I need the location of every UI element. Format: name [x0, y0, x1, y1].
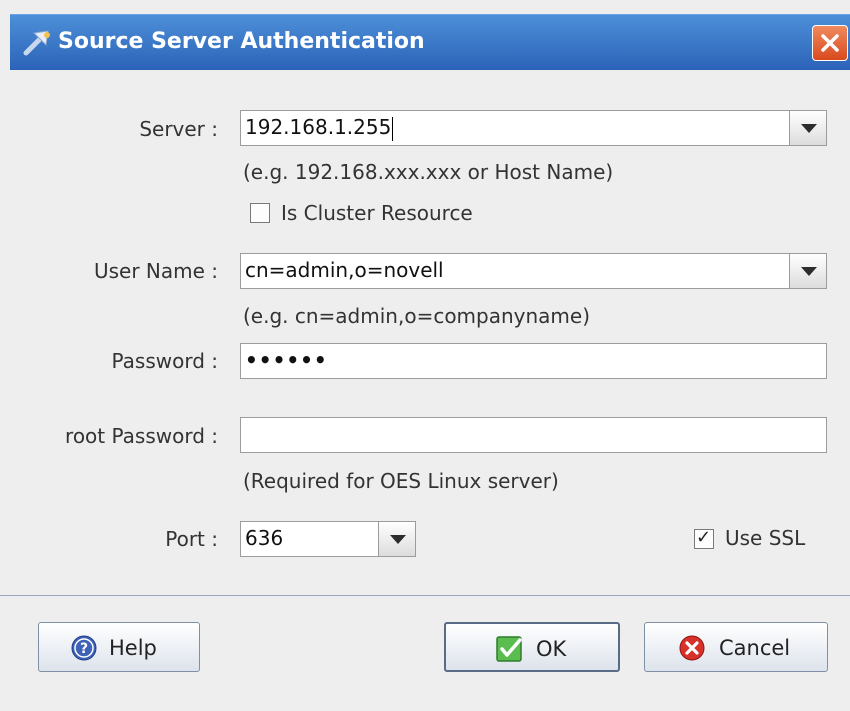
- dialog-window: Source Server Authentication Server : 19…: [0, 0, 850, 711]
- chevron-down-icon: [390, 535, 406, 544]
- close-button[interactable]: [812, 25, 848, 61]
- password-value: ••••••: [245, 348, 328, 372]
- check-icon: [496, 636, 524, 667]
- port-input[interactable]: 636: [245, 526, 283, 550]
- username-dropdown-button[interactable]: [789, 254, 826, 288]
- chevron-down-icon: [801, 124, 817, 133]
- title-bar[interactable]: Source Server Authentication: [10, 14, 850, 70]
- cluster-resource-checkbox[interactable]: [250, 203, 270, 223]
- checkmark-icon: ✓: [696, 527, 712, 548]
- port-label: Port :: [165, 527, 218, 551]
- footer-separator: [0, 595, 850, 596]
- server-combo[interactable]: 192.168.1.255: [240, 110, 827, 146]
- cancel-button[interactable]: Cancel: [644, 622, 828, 672]
- ok-button-label: OK: [536, 637, 567, 661]
- cancel-icon: [679, 635, 705, 666]
- cancel-button-label: Cancel: [719, 636, 791, 660]
- username-hint: (e.g. cn=admin,o=companyname): [243, 304, 591, 328]
- server-hint: (e.g. 192.168.xxx.xxx or Host Name): [243, 160, 614, 184]
- root-password-hint: (Required for OES Linux server): [243, 469, 559, 493]
- server-label: Server :: [139, 117, 218, 141]
- cluster-resource-label[interactable]: Is Cluster Resource: [281, 201, 473, 225]
- server-dropdown-button[interactable]: [789, 111, 826, 145]
- root-password-field[interactable]: [240, 417, 827, 453]
- port-combo[interactable]: 636: [240, 521, 416, 557]
- wizard-arrow-icon: [22, 27, 54, 57]
- close-icon: [821, 34, 839, 52]
- help-button-label: Help: [109, 636, 157, 660]
- text-caret: [392, 116, 394, 141]
- root-password-label: root Password :: [65, 424, 218, 448]
- svg-text:?: ?: [80, 641, 88, 657]
- help-icon: ?: [71, 635, 97, 666]
- username-input[interactable]: cn=admin,o=novell: [245, 258, 444, 282]
- password-label: Password :: [111, 349, 218, 373]
- help-button[interactable]: ? Help: [38, 622, 200, 672]
- username-combo[interactable]: cn=admin,o=novell: [240, 253, 827, 289]
- ok-button[interactable]: OK: [444, 622, 620, 672]
- server-label-text: Server :: [139, 117, 218, 141]
- password-field[interactable]: ••••••: [240, 343, 827, 379]
- use-ssl-checkbox[interactable]: ✓: [694, 527, 714, 549]
- chevron-down-icon: [801, 267, 817, 276]
- use-ssl-label[interactable]: Use SSL: [725, 526, 805, 550]
- port-dropdown-button[interactable]: [378, 522, 415, 556]
- username-label: User Name :: [93, 259, 218, 283]
- server-input[interactable]: 192.168.1.255: [245, 115, 391, 139]
- window-title: Source Server Authentication: [58, 29, 425, 54]
